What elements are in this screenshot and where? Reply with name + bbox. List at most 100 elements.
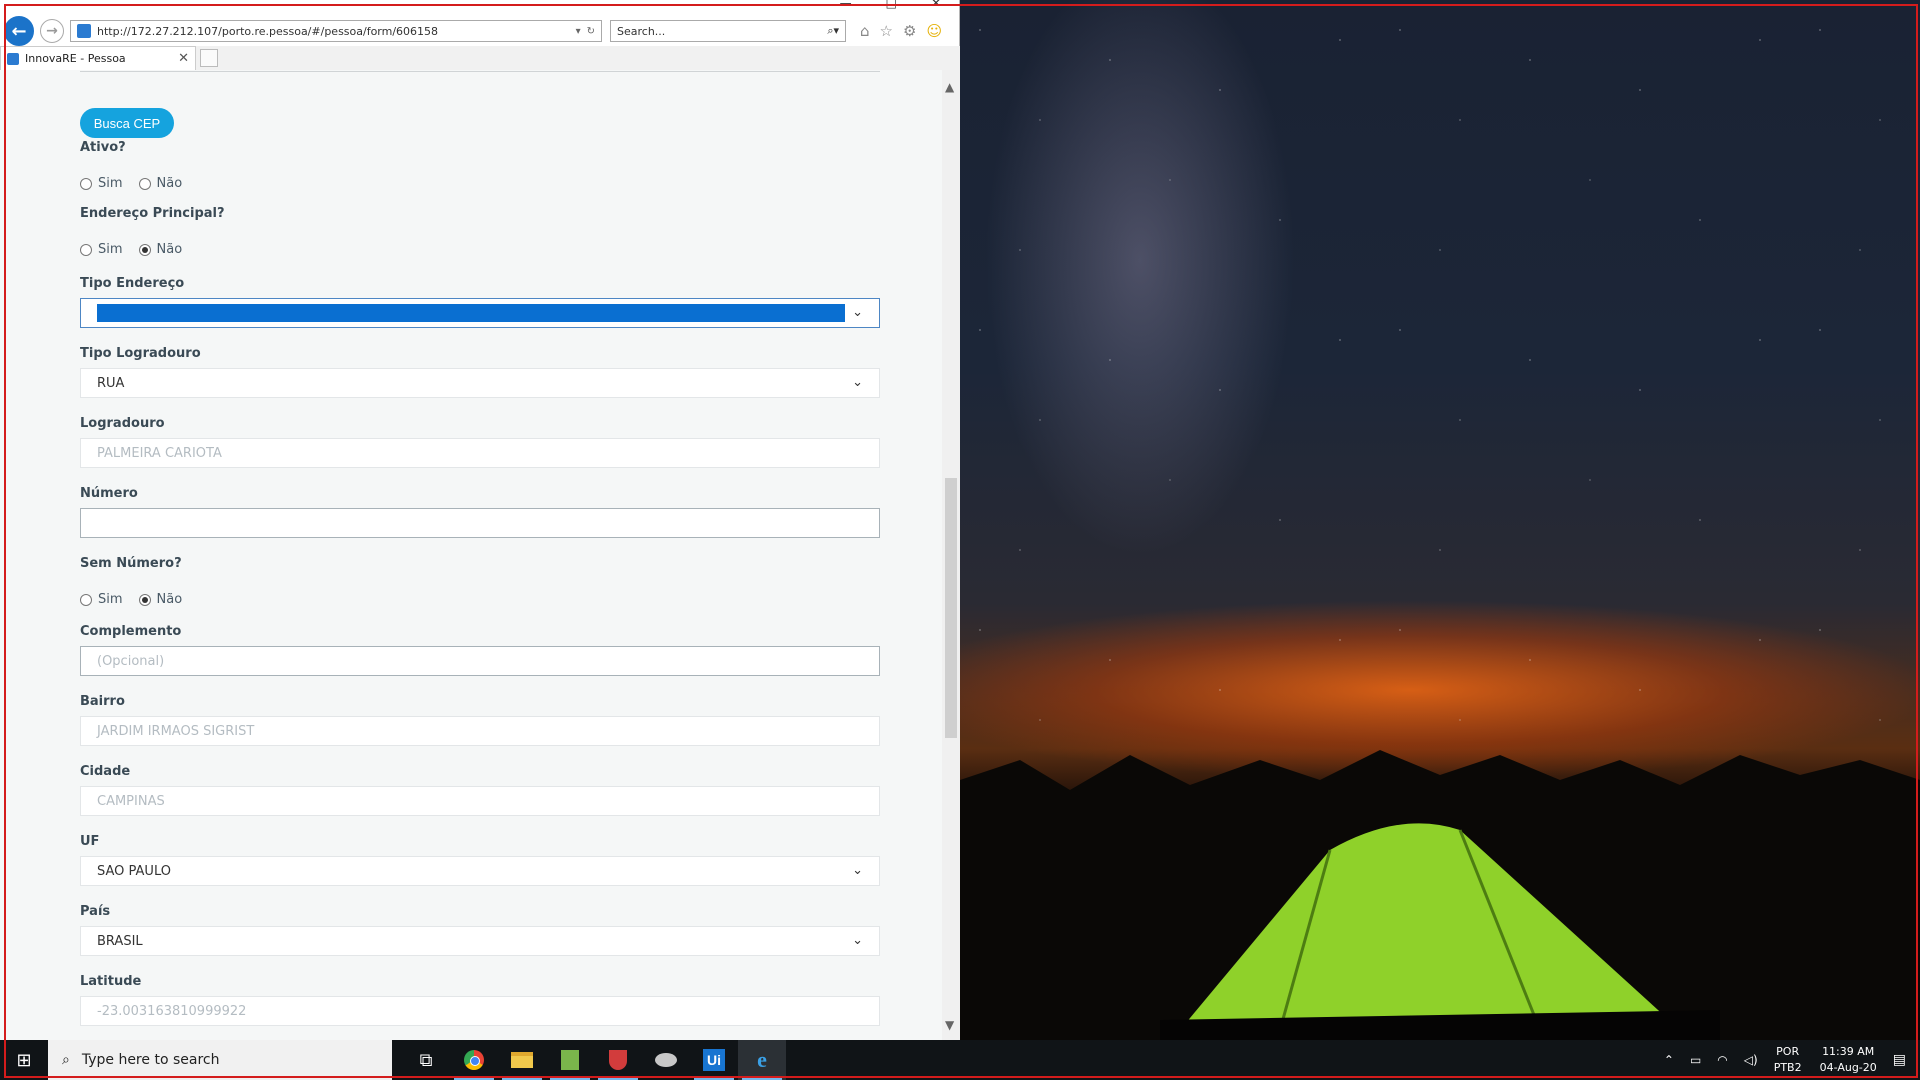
bairro-label: Bairro	[80, 694, 125, 709]
numero-field[interactable]	[80, 508, 880, 538]
latitude-field[interactable]: -23.003163810999922	[80, 996, 880, 1026]
minimize-icon[interactable]: —	[840, 0, 852, 10]
tab-site-icon	[7, 52, 19, 65]
sem-numero-label: Sem Número?	[80, 556, 182, 571]
pais-select[interactable]: BRASIL ⌄	[80, 926, 880, 956]
shield-app-taskbar-button[interactable]	[594, 1040, 642, 1080]
forward-arrow-icon: →	[46, 23, 58, 39]
task-view-icon: ⧉	[419, 1049, 433, 1071]
scroll-up-icon[interactable]: ▲	[945, 80, 954, 94]
url-field[interactable]: http://172.27.212.107/porto.re.pessoa/#/…	[70, 20, 602, 42]
cidade-value: CAMPINAS	[97, 793, 165, 809]
radio-label: Não	[156, 176, 183, 191]
bird-icon	[655, 1053, 677, 1067]
ativo-option-nao[interactable]: Não	[138, 176, 183, 191]
wifi-icon[interactable]: ◠	[1717, 1053, 1727, 1067]
chrome-taskbar-button[interactable]	[450, 1040, 498, 1080]
uf-value: SAO PAULO	[97, 863, 171, 879]
chevron-down-icon[interactable]: ⌄	[852, 933, 863, 948]
close-icon[interactable]: ✕	[931, 0, 941, 10]
uf-select[interactable]: SAO PAULO ⌄	[80, 856, 880, 886]
latitude-label: Latitude	[80, 974, 142, 989]
endereco-principal-option-nao[interactable]: Não	[138, 242, 182, 257]
volume-icon[interactable]: ◁)	[1744, 1053, 1758, 1067]
radio-label: Não	[156, 592, 183, 607]
radio-button[interactable]	[80, 593, 92, 606]
radio-button[interactable]	[138, 177, 151, 190]
browser-window: — □ ✕ ← → http://172.27.212.107/porto.re…	[0, 0, 960, 1040]
url-text[interactable]: http://172.27.212.107/porto.re.pessoa/#/…	[97, 25, 570, 38]
radio-button-checked[interactable]	[138, 243, 151, 256]
home-icon[interactable]: ⌂	[860, 22, 870, 40]
page-content: Busca CEP Ativo? Sim Não Endereço Princi…	[0, 70, 960, 1040]
complemento-label: Complemento	[80, 624, 182, 639]
radio-label: Sim	[98, 176, 123, 191]
radio-button[interactable]	[80, 177, 92, 190]
radio-label: Sim	[98, 592, 123, 607]
keyboard-layout: PTB2	[1773, 1061, 1802, 1074]
forward-button[interactable]: →	[40, 19, 64, 43]
sem-numero-option-sim[interactable]: Sim	[80, 592, 123, 607]
radio-button[interactable]	[80, 243, 92, 256]
feedback-smiley-icon[interactable]: ☺	[926, 22, 942, 40]
radio-label: Sim	[98, 242, 123, 257]
windows-start-button[interactable]: ⊞	[0, 1040, 48, 1080]
clock[interactable]: 11:39 AM 04-Aug-20	[1820, 1044, 1877, 1076]
scroll-down-icon[interactable]: ▼	[945, 1018, 954, 1032]
site-icon	[77, 24, 91, 38]
logradouro-field[interactable]: PALMEIRA CARIOTA	[80, 438, 880, 468]
browser-search-text[interactable]: Search...	[617, 25, 827, 38]
battery-icon[interactable]: ▭	[1690, 1053, 1701, 1067]
chevron-up-icon[interactable]: ⌃	[1664, 1053, 1674, 1067]
previous-field-edge	[80, 70, 880, 72]
sem-numero-option-nao[interactable]: Não	[138, 592, 183, 607]
ativo-label: Ativo?	[80, 140, 126, 155]
chevron-down-icon[interactable]: ⌄	[852, 863, 863, 878]
back-button[interactable]: ←	[4, 16, 34, 46]
browser-search-field[interactable]: Search... ⌕▾	[610, 20, 846, 42]
tipo-endereco-select[interactable]: ⌄	[80, 298, 880, 328]
toolbar-icons: ⌂ ☆ ⚙ ☺	[860, 22, 942, 40]
endereco-principal-option-sim[interactable]: Sim	[80, 242, 123, 257]
pais-value: BRASIL	[97, 933, 143, 949]
internet-explorer-icon: e	[757, 1047, 767, 1072]
ativo-option-sim[interactable]: Sim	[80, 176, 123, 191]
tipo-logradouro-label: Tipo Logradouro	[80, 346, 201, 361]
back-arrow-icon: ←	[11, 20, 27, 42]
spreadsheet-taskbar-button[interactable]	[546, 1040, 594, 1080]
uipath-taskbar-button[interactable]: Ui	[690, 1040, 738, 1080]
bairro-field[interactable]: JARDIM IRMAOS SIGRIST	[80, 716, 880, 746]
new-tab-button[interactable]	[200, 49, 218, 67]
maximize-icon[interactable]: □	[886, 0, 897, 10]
uf-label: UF	[80, 834, 100, 849]
bairro-value: JARDIM IRMAOS SIGRIST	[97, 723, 255, 739]
scrollbar-thumb[interactable]	[945, 478, 957, 738]
cidade-field[interactable]: CAMPINAS	[80, 786, 880, 816]
vertical-scrollbar[interactable]: ▲ ▼	[942, 70, 960, 1040]
url-dropdown-icon[interactable]: ▾	[576, 26, 581, 37]
search-icon[interactable]: ⌕▾	[827, 24, 839, 38]
favorites-star-icon[interactable]: ☆	[880, 22, 893, 40]
sem-numero-radio-group: Sim Não	[80, 592, 198, 607]
complemento-field[interactable]: (Opcional)	[80, 646, 880, 676]
chevron-down-icon[interactable]: ⌄	[852, 375, 863, 390]
busca-cep-button[interactable]: Busca CEP	[80, 108, 174, 138]
tab-close-icon[interactable]: ✕	[178, 51, 189, 66]
task-view-button[interactable]: ⧉	[402, 1040, 450, 1080]
bird-app-taskbar-button[interactable]	[642, 1040, 690, 1080]
numero-label: Número	[80, 486, 138, 501]
clock-date: 04-Aug-20	[1819, 1061, 1877, 1074]
chevron-down-icon[interactable]: ⌄	[852, 305, 863, 320]
language-indicator[interactable]: POR PTB2	[1774, 1044, 1802, 1076]
tab-innovare-pessoa[interactable]: InnovaRE - Pessoa ✕	[0, 46, 196, 70]
taskbar-search-box[interactable]: ⌕ Type here to search	[48, 1040, 392, 1080]
refresh-icon[interactable]: ↻	[587, 26, 595, 37]
tipo-logradouro-value: RUA	[97, 375, 125, 391]
notifications-icon[interactable]: ▤	[1893, 1052, 1906, 1068]
internet-explorer-taskbar-button[interactable]: e	[738, 1040, 786, 1080]
settings-gear-icon[interactable]: ⚙	[903, 22, 916, 40]
tipo-logradouro-select[interactable]: RUA ⌄	[80, 368, 880, 398]
radio-button-checked[interactable]	[138, 593, 151, 606]
file-explorer-taskbar-button[interactable]	[498, 1040, 546, 1080]
uipath-icon: Ui	[703, 1049, 725, 1071]
